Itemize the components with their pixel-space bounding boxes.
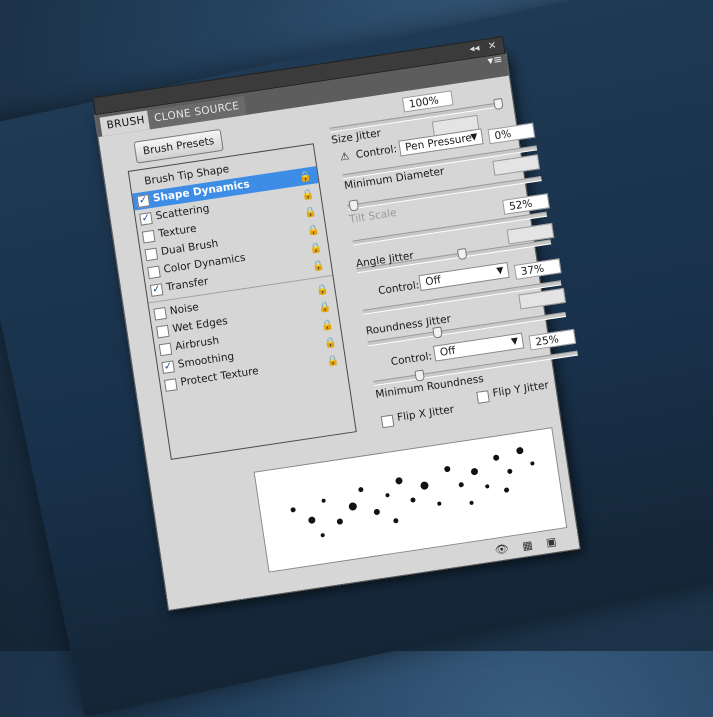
checkbox[interactable]: ✓ xyxy=(149,283,164,297)
lock-icon[interactable]: 🔒 xyxy=(303,204,318,223)
dropdown-value: Off xyxy=(439,344,457,359)
checkbox[interactable] xyxy=(158,342,173,357)
checkbox[interactable]: ✓ xyxy=(139,212,153,226)
slider-knob[interactable] xyxy=(432,326,443,339)
min-roundness-value[interactable]: 25% xyxy=(528,328,577,351)
checkbox[interactable] xyxy=(141,229,156,244)
checkbox[interactable] xyxy=(144,247,159,262)
chevron-down-icon: ▼ xyxy=(469,132,479,143)
grid-icon[interactable]: ▦ xyxy=(520,538,536,554)
tab-brush[interactable]: BRUSH xyxy=(99,110,153,137)
lock-icon[interactable]: 🔒 xyxy=(317,299,332,318)
eye-brush-icon[interactable]: 👁 xyxy=(494,542,510,558)
lock-icon[interactable]: 🔒 xyxy=(323,334,338,353)
control-label-2: Control: xyxy=(377,279,421,298)
warning-icon: ⚠ xyxy=(339,150,351,164)
checkbox[interactable] xyxy=(156,324,170,339)
lock-icon[interactable]: 🔒 xyxy=(325,352,340,371)
lock-icon[interactable]: 🔒 xyxy=(298,168,313,187)
brush-options-list: Brush Tip Shape ✓ Shape Dynamics 🔒 ✓ Sca… xyxy=(127,143,357,460)
panel-menu-icon[interactable]: ▾≡ xyxy=(487,53,504,68)
dropdown-value: Off xyxy=(424,274,442,289)
slider-knob[interactable] xyxy=(456,247,468,261)
min-diameter-value[interactable]: 0% xyxy=(487,122,536,145)
chevron-down-icon: ▼ xyxy=(510,336,519,348)
lock-icon[interactable]: 🔒 xyxy=(301,186,316,205)
flip-x-label: Flip X Jitter xyxy=(396,403,455,424)
slider-knob[interactable] xyxy=(493,97,504,111)
lock-icon[interactable]: 🔒 xyxy=(309,239,324,258)
flip-y-label: Flip Y Jitter xyxy=(491,379,550,400)
collapse-icon[interactable]: ◂◂ xyxy=(467,41,483,57)
lock-icon[interactable]: 🔒 xyxy=(311,257,326,276)
checkbox[interactable] xyxy=(153,306,168,321)
checkbox[interactable] xyxy=(164,378,178,392)
brush-panel: ◂◂ ✕ BRUSH CLONE SOURCE ▾≡ Brush Presets… xyxy=(92,36,581,611)
lock-icon[interactable]: 🔒 xyxy=(306,221,321,240)
control-dropdown-2[interactable]: Off ▼ xyxy=(418,261,510,292)
roundness-extra-field xyxy=(518,287,567,310)
checkbox[interactable] xyxy=(147,265,161,280)
roundness-jitter-value[interactable]: 37% xyxy=(513,258,562,280)
lock-icon[interactable]: 🔒 xyxy=(320,316,335,335)
slider-knob[interactable] xyxy=(414,369,425,382)
chevron-down-icon: ▼ xyxy=(495,265,505,277)
checkbox[interactable]: ✓ xyxy=(136,194,151,208)
lock-icon[interactable]: 🔒 xyxy=(315,281,330,300)
flip-y-checkbox[interactable] xyxy=(476,390,490,404)
control-label-1: Control: xyxy=(355,143,398,162)
control-dropdown-3[interactable]: Off ▼ xyxy=(432,332,525,362)
control-label-3: Control: xyxy=(390,350,433,369)
dropdown-value: Pen Pressure xyxy=(404,131,473,154)
slider-knob[interactable] xyxy=(348,199,360,212)
flip-x-checkbox[interactable] xyxy=(380,414,395,429)
checkbox[interactable]: ✓ xyxy=(161,360,175,375)
new-preset-icon[interactable]: ▣ xyxy=(543,535,559,551)
tilt-scale-value xyxy=(492,154,540,176)
